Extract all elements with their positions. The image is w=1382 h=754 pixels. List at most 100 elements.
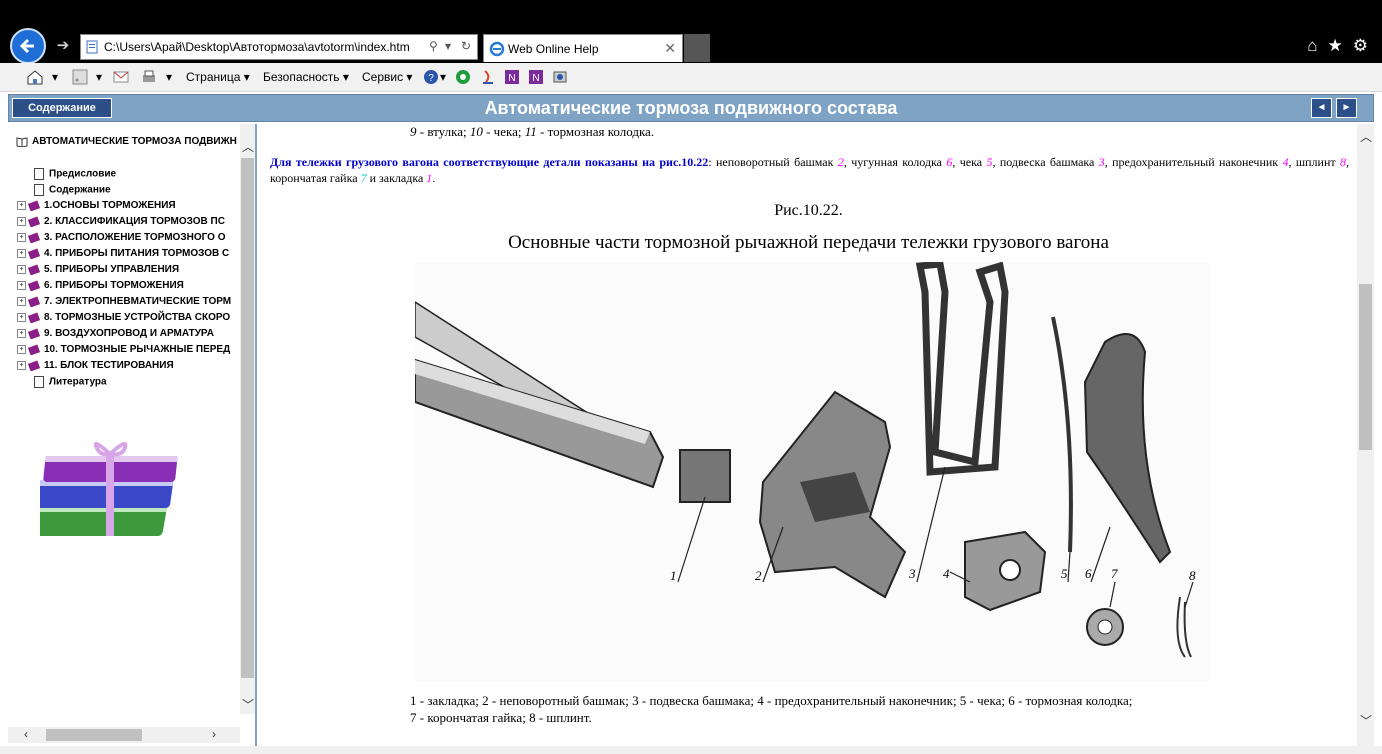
- previous-figure-caption: 9 - втулка; 10 - чека; 11 - тормозная ко…: [410, 124, 655, 139]
- next-page-button[interactable]: ►: [1336, 98, 1357, 118]
- command-bar: ▾ ▾ ▾ Страница ▾ Безопасность ▾ Сервис ▾…: [0, 63, 1382, 92]
- expand-icon[interactable]: +: [17, 313, 26, 322]
- toc-chapter-3[interactable]: +3. РАСПОЛОЖЕНИЕ ТОРМОЗНОГО О: [17, 232, 225, 243]
- toc-scroll-thumb[interactable]: [241, 158, 254, 678]
- figure-legend: 1 - закладка; 2 - неповоротный башмак; 3…: [410, 692, 1132, 726]
- toc-vertical-scrollbar[interactable]: ︿ ﹀: [240, 124, 255, 714]
- help-dropdown-icon[interactable]: ▾: [440, 70, 446, 84]
- home-dropdown-icon[interactable]: ▾: [52, 70, 58, 84]
- svg-text:N: N: [532, 73, 539, 84]
- toc-chapter-8[interactable]: +8. ТОРМОЗНЫЕ УСТРОЙСТВА СКОРО: [17, 312, 230, 323]
- document-icon: [34, 184, 44, 196]
- book-icon: [28, 360, 40, 371]
- expand-icon[interactable]: +: [17, 233, 26, 242]
- expand-icon[interactable]: +: [17, 201, 26, 210]
- scroll-up-icon[interactable]: ︿: [1360, 128, 1372, 145]
- toc-horizontal-scrollbar[interactable]: ‹ ›: [8, 727, 240, 743]
- onenote-icon[interactable]: N: [503, 68, 521, 86]
- label-3: 3: [908, 566, 916, 581]
- home-icon[interactable]: [26, 68, 44, 86]
- toc-chapter-2[interactable]: +2. КЛАССИФИКАЦИЯ ТОРМОЗОВ ПС: [17, 216, 225, 227]
- help-header: Содержание Автоматические тормоза подвиж…: [8, 94, 1374, 122]
- back-button[interactable]: [10, 28, 46, 64]
- address-bar[interactable]: C:\Users\Арай\Desktop\Автотормоза\avtoto…: [80, 34, 478, 60]
- label-4: 4: [943, 566, 950, 581]
- toc-root-label: АВТОМАТИЧЕСКИЕ ТОРМОЗА ПОДВИЖН: [32, 136, 237, 148]
- expand-icon[interactable]: +: [17, 249, 26, 258]
- toc-chapter-7[interactable]: +7. ЭЛЕКТРОПНЕВМАТИЧЕСКИЕ ТОРМ: [17, 296, 231, 307]
- scroll-up-icon[interactable]: ︿: [242, 138, 254, 155]
- content-scroll-thumb[interactable]: [1359, 284, 1372, 450]
- onenote-linked-icon[interactable]: N: [527, 68, 545, 86]
- addon-tools-icon[interactable]: [551, 68, 569, 86]
- back-arrow-icon: [19, 38, 34, 54]
- toc-item-preface[interactable]: Предисловие: [34, 168, 116, 180]
- label-7: 7: [1111, 566, 1118, 581]
- book-stack-logo: [40, 442, 178, 536]
- label-2: 2: [755, 568, 762, 583]
- book-icon: [28, 216, 40, 227]
- expand-icon[interactable]: +: [17, 217, 26, 226]
- toc-root[interactable]: АВТОМАТИЧЕСКИЕ ТОРМОЗА ПОДВИЖН: [16, 136, 237, 147]
- menu-service[interactable]: Сервис ▾: [362, 70, 412, 84]
- scroll-right-icon[interactable]: ›: [212, 727, 216, 741]
- help-icon[interactable]: ?: [422, 68, 440, 86]
- url-text[interactable]: C:\Users\Арай\Desktop\Автотормоза\avtoto…: [104, 40, 410, 54]
- toc-item-contents[interactable]: Содержание: [34, 184, 111, 196]
- menu-page[interactable]: Страница ▾: [186, 70, 250, 84]
- home-icon[interactable]: ⌂: [1307, 36, 1317, 55]
- dropdown-icon[interactable]: ▾: [445, 39, 451, 53]
- favorites-star-icon[interactable]: ★: [1328, 36, 1343, 55]
- label-6: 6: [1085, 566, 1092, 581]
- figure-title: Основные части тормозной рычажной переда…: [508, 232, 1109, 253]
- print-dropdown-icon[interactable]: ▾: [166, 70, 172, 84]
- expand-icon[interactable]: +: [17, 345, 26, 354]
- mail-icon[interactable]: [112, 68, 130, 86]
- expand-icon[interactable]: +: [17, 361, 26, 370]
- contents-button[interactable]: Содержание: [12, 98, 112, 118]
- browser-tab[interactable]: Web Online Help ✕: [483, 34, 683, 62]
- expand-icon[interactable]: +: [17, 281, 26, 290]
- ie-icon: [489, 41, 505, 57]
- svg-text:?: ?: [428, 73, 434, 84]
- figure-link[interactable]: Для тележки грузового вагона соответству…: [270, 155, 708, 169]
- toc-chapter-10[interactable]: +10. ТОРМОЗНЫЕ РЫЧАЖНЫЕ ПЕРЕД: [17, 344, 230, 355]
- toc-chapter-11[interactable]: +11. БЛОК ТЕСТИРОВАНИЯ: [17, 360, 174, 371]
- addon-green-icon[interactable]: [454, 68, 472, 86]
- close-tab-icon[interactable]: ✕: [664, 40, 676, 57]
- content-pane: 9 - втулка; 10 - чека; 11 - тормозная ко…: [260, 124, 1357, 746]
- prev-page-button[interactable]: ◄: [1311, 98, 1332, 118]
- toc-chapter-4[interactable]: +4. ПРИБОРЫ ПИТАНИЯ ТОРМОЗОВ С: [17, 248, 229, 259]
- description-paragraph: Для тележки грузового вагона соответству…: [270, 155, 1349, 185]
- toc-chapter-9[interactable]: +9. ВОЗДУХОПРОВОД И АРМАТУРА: [17, 328, 214, 339]
- toc-chapter-1[interactable]: +1.ОСНОВЫ ТОРМОЖЕНИЯ: [17, 200, 176, 211]
- refresh-icon[interactable]: ↻: [461, 39, 471, 53]
- search-icon[interactable]: ⚲: [429, 39, 438, 53]
- forward-button[interactable]: ➔: [54, 38, 72, 54]
- settings-gear-icon[interactable]: ⚙: [1353, 36, 1368, 55]
- scroll-down-icon[interactable]: ﹀: [1360, 712, 1372, 729]
- expand-icon[interactable]: +: [17, 297, 26, 306]
- rss-feed-icon[interactable]: [71, 68, 89, 86]
- scroll-left-icon[interactable]: ‹: [24, 727, 28, 741]
- toc-chapter-5[interactable]: +5. ПРИБОРЫ УПРАВЛЕНИЯ: [17, 264, 179, 275]
- legend-line-2: 7 - корончатая гайка; 8 - шплинт.: [410, 710, 592, 725]
- status-bar: [0, 746, 1382, 754]
- toc-chapter-6[interactable]: +6. ПРИБОРЫ ТОРМОЖЕНИЯ: [17, 280, 184, 291]
- scroll-down-icon[interactable]: ﹀: [242, 696, 254, 713]
- content-vertical-scrollbar[interactable]: ︿ ﹀: [1357, 124, 1374, 746]
- addon-java-icon[interactable]: [479, 68, 497, 86]
- feed-dropdown-icon[interactable]: ▾: [96, 70, 102, 84]
- toc-item-literature[interactable]: Литература: [34, 376, 107, 388]
- new-tab-button[interactable]: [684, 34, 710, 62]
- expand-icon[interactable]: +: [17, 265, 26, 274]
- brake-parts-illustration: 1 2 3 4 5 6 7 8: [415, 262, 1211, 682]
- tab-title: Web Online Help: [508, 42, 599, 56]
- expand-icon[interactable]: +: [17, 329, 26, 338]
- toc-hscroll-thumb[interactable]: [46, 729, 142, 741]
- book-icon: [28, 264, 40, 275]
- menu-security[interactable]: Безопасность ▾: [263, 70, 349, 84]
- figure-number: Рис.10.22.: [774, 202, 843, 219]
- print-icon[interactable]: [140, 68, 158, 86]
- open-book-icon: [16, 137, 28, 147]
